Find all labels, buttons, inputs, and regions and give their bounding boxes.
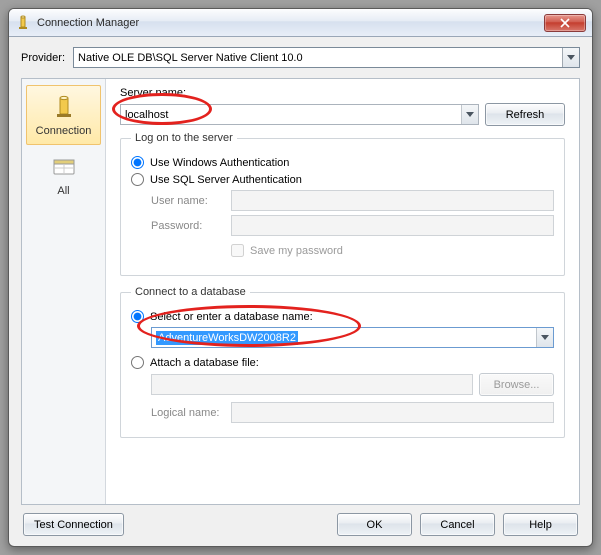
radio-attach-db[interactable]: Attach a database file: (131, 356, 554, 369)
dropdown-arrow-icon (562, 48, 579, 67)
database-legend: Connect to a database (131, 286, 250, 298)
dropdown-arrow-icon (461, 105, 478, 124)
logon-legend: Log on to the server (131, 132, 237, 144)
sidebar: Connection All (22, 79, 106, 504)
user-name-field (231, 190, 554, 211)
dialog-footer: Test Connection OK Cancel Help (21, 513, 580, 538)
server-name-label: Server name: (120, 87, 565, 99)
server-name-value: localhost (125, 109, 168, 121)
cancel-button[interactable]: Cancel (420, 513, 495, 536)
browse-button: Browse... (479, 373, 554, 396)
dropdown-arrow-icon (536, 328, 553, 347)
connection-manager-dialog: Connection Manager Provider: Native OLE … (8, 8, 593, 547)
window-title: Connection Manager (37, 17, 544, 29)
provider-label: Provider: (21, 52, 65, 64)
app-icon (15, 15, 31, 31)
sidebar-item-label: All (57, 185, 69, 197)
help-button[interactable]: Help (503, 513, 578, 536)
logical-name-label: Logical name: (151, 407, 231, 419)
save-password-check: Save my password (231, 244, 343, 257)
server-name-combo[interactable]: localhost (120, 104, 479, 125)
all-icon (50, 154, 78, 182)
logical-name-field (231, 402, 554, 423)
connection-icon (50, 94, 78, 122)
sidebar-item-all[interactable]: All (26, 145, 101, 205)
database-group: Connect to a database Select or enter a … (120, 286, 565, 438)
user-name-label: User name: (151, 195, 231, 207)
radio-input-attach-db[interactable] (131, 356, 144, 369)
close-button[interactable] (544, 14, 586, 32)
logon-group: Log on to the server Use Windows Authent… (120, 132, 565, 276)
password-label: Password: (151, 220, 231, 232)
test-connection-button[interactable]: Test Connection (23, 513, 124, 536)
save-password-checkbox (231, 244, 244, 257)
database-name-value: AdventureWorksDW2008R2 (156, 331, 298, 345)
radio-input-windows[interactable] (131, 156, 144, 169)
attach-file-field (151, 374, 473, 395)
radio-windows-auth[interactable]: Use Windows Authentication (131, 156, 554, 169)
radio-select-db[interactable]: Select or enter a database name: (131, 310, 554, 323)
ok-button[interactable]: OK (337, 513, 412, 536)
radio-input-sql[interactable] (131, 173, 144, 186)
titlebar[interactable]: Connection Manager (9, 9, 592, 37)
sidebar-item-connection[interactable]: Connection (26, 85, 101, 145)
radio-input-select-db[interactable] (131, 310, 144, 323)
radio-sql-auth[interactable]: Use SQL Server Authentication (131, 173, 554, 186)
content-pane: Server name: localhost Refresh Log on to… (106, 79, 579, 504)
password-field (231, 215, 554, 236)
refresh-button[interactable]: Refresh (485, 103, 565, 126)
database-name-combo[interactable]: AdventureWorksDW2008R2 (151, 327, 554, 348)
sidebar-item-label: Connection (36, 125, 92, 137)
provider-value: Native OLE DB\SQL Server Native Client 1… (78, 52, 303, 64)
provider-select[interactable]: Native OLE DB\SQL Server Native Client 1… (73, 47, 580, 68)
